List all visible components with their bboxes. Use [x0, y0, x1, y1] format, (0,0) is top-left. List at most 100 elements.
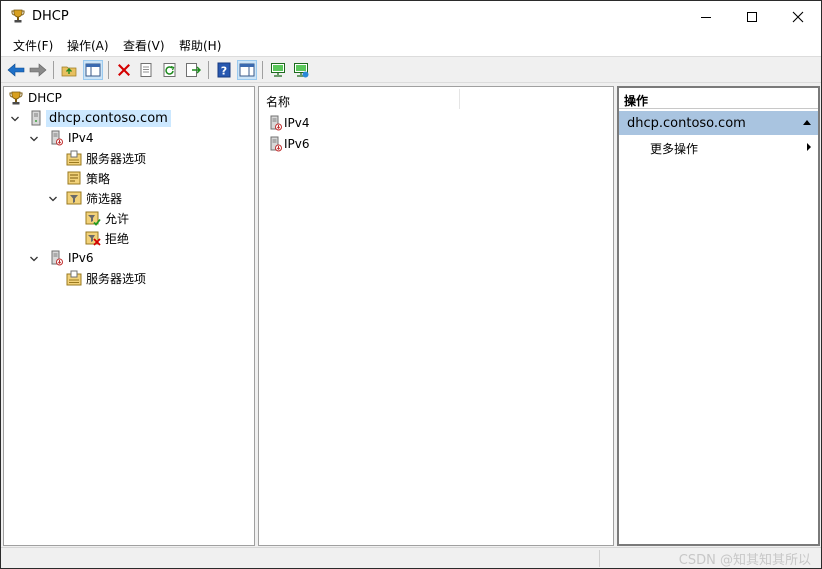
tree-item-label: IPv4: [68, 131, 94, 145]
tree-item-label: 服务器选项: [86, 271, 147, 286]
authorize-server-button[interactable]: [291, 60, 311, 80]
tree-item-label: 策略: [86, 171, 111, 186]
tree-item-policies[interactable]: 策略: [66, 168, 110, 188]
tree-item-label: 服务器选项: [86, 151, 147, 166]
menu-bar: 文件(F) 操作(A) 查看(V) 帮助(H): [1, 32, 821, 56]
forward-button[interactable]: [28, 60, 48, 80]
authorize-server-icon: [294, 63, 309, 78]
status-divider: [599, 550, 600, 567]
dhcp-trophy-icon: [9, 91, 23, 105]
refresh-icon: [163, 63, 176, 77]
server-button[interactable]: [268, 60, 288, 80]
server-tower-icon: [31, 110, 41, 126]
ipv6-server-icon: [51, 250, 63, 266]
chevron-down-icon[interactable]: [10, 114, 20, 124]
menu-help[interactable]: 帮助(H): [179, 37, 221, 54]
toolbar-separator: [53, 61, 54, 79]
ipv4-server-icon: [51, 130, 63, 146]
tree-item-ipv6[interactable]: IPv6: [48, 248, 94, 268]
up-folder-icon: [61, 66, 77, 77]
help-button[interactable]: ?: [214, 60, 234, 80]
forward-arrow-icon: [29, 63, 47, 77]
title-bar: DHCP: [1, 1, 821, 32]
actions-header: 操作: [619, 88, 818, 109]
toolbar: ?: [1, 56, 821, 83]
actions-pane: 操作 dhcp.contoso.com 更多操作: [617, 86, 820, 546]
close-icon: [792, 11, 804, 22]
toolbar-separator: [208, 61, 209, 79]
show-action-pane-button[interactable]: [237, 60, 257, 80]
policy-icon: [67, 171, 81, 185]
server-icon: [271, 63, 285, 77]
show-action-pane-icon: [239, 63, 255, 77]
tree-item-dhcp[interactable]: DHCP: [8, 88, 62, 108]
column-header-name[interactable]: 名称: [266, 93, 290, 110]
tree-item-allow[interactable]: 允许: [85, 208, 129, 228]
delete-button[interactable]: [114, 60, 134, 80]
tree-item-label: 筛选器: [86, 191, 123, 206]
export-list-icon: [186, 63, 201, 77]
tree-item-ipv6-server-options[interactable]: 服务器选项: [66, 268, 146, 288]
toolbar-separator: [262, 61, 263, 79]
tree-item-label: 允许: [105, 211, 130, 226]
show-hide-tree-icon: [85, 63, 101, 77]
show-hide-tree-button[interactable]: [83, 60, 103, 80]
maximize-icon: [747, 11, 757, 22]
more-actions-item[interactable]: 更多操作: [650, 140, 698, 157]
actions-title: 操作: [624, 94, 649, 108]
deny-filter-icon: [85, 231, 101, 246]
collapse-arrow-icon[interactable]: [802, 118, 812, 126]
up-one-level-button[interactable]: [59, 60, 79, 80]
properties-icon: [140, 63, 152, 77]
window-title: DHCP: [32, 9, 69, 24]
menu-file[interactable]: 文件(F): [13, 37, 53, 54]
help-icon: ?: [217, 62, 231, 78]
column-divider[interactable]: [459, 89, 460, 109]
watermark: CSDN @知其知其所以: [678, 553, 811, 568]
status-bar: CSDN @知其知其所以: [1, 547, 821, 568]
chevron-down-icon[interactable]: [48, 194, 58, 204]
ipv4-server-icon: [270, 115, 282, 131]
actions-section-label: dhcp.contoso.com: [627, 116, 746, 131]
column-header-row: 名称: [259, 87, 613, 111]
tree-item-ipv4-server-options[interactable]: 服务器选项: [66, 148, 146, 168]
refresh-button[interactable]: [160, 60, 180, 80]
ipv6-server-icon: [270, 136, 282, 152]
back-button[interactable]: [6, 60, 26, 80]
allow-filter-icon: [85, 211, 101, 226]
list-item-label: IPv4: [284, 116, 310, 130]
chevron-down-icon[interactable]: [29, 254, 39, 264]
tree-item-label: IPv6: [68, 251, 94, 265]
filter-icon: [66, 191, 82, 205]
server-options-icon: [66, 270, 82, 286]
tree-item-label: DHCP: [28, 91, 62, 105]
minimize-button[interactable]: [683, 1, 729, 32]
svg-text:?: ?: [221, 65, 227, 78]
server-options-icon: [66, 150, 82, 166]
actions-section-server[interactable]: dhcp.contoso.com: [619, 111, 818, 135]
submenu-arrow-icon: [807, 143, 811, 151]
tree-item-ipv4[interactable]: IPv4: [48, 128, 94, 148]
tree-item-server[interactable]: dhcp.contoso.com: [28, 108, 171, 128]
tree-item-filters[interactable]: 筛选器: [66, 188, 122, 208]
tree-item-label: 拒绝: [105, 231, 130, 246]
export-list-button[interactable]: [183, 60, 203, 80]
list-item[interactable]: IPv4: [267, 113, 310, 133]
list-item-label: IPv6: [284, 137, 310, 151]
console-tree: DHCP dhcp.contoso.com IPv4 服务器选项 策略 筛选器 …: [3, 86, 255, 546]
tree-item-label: dhcp.contoso.com: [46, 109, 171, 127]
menu-view[interactable]: 查看(V): [123, 37, 165, 54]
toolbar-separator: [108, 61, 109, 79]
properties-button[interactable]: [136, 60, 156, 80]
maximize-button[interactable]: [729, 1, 775, 32]
list-item[interactable]: IPv6: [267, 134, 310, 154]
close-button[interactable]: [775, 1, 821, 32]
result-list: 名称 IPv4 IPv6: [258, 86, 614, 546]
minimize-icon: [701, 16, 711, 18]
chevron-down-icon[interactable]: [29, 134, 39, 144]
dhcp-trophy-icon: [11, 9, 25, 23]
tree-item-deny[interactable]: 拒绝: [85, 228, 129, 248]
mmc-window: DHCP 文件(F) 操作(A) 查看(V) 帮助(H) ? DHCP dhcp…: [0, 0, 822, 569]
menu-action[interactable]: 操作(A): [67, 37, 109, 54]
back-arrow-icon: [7, 63, 25, 77]
